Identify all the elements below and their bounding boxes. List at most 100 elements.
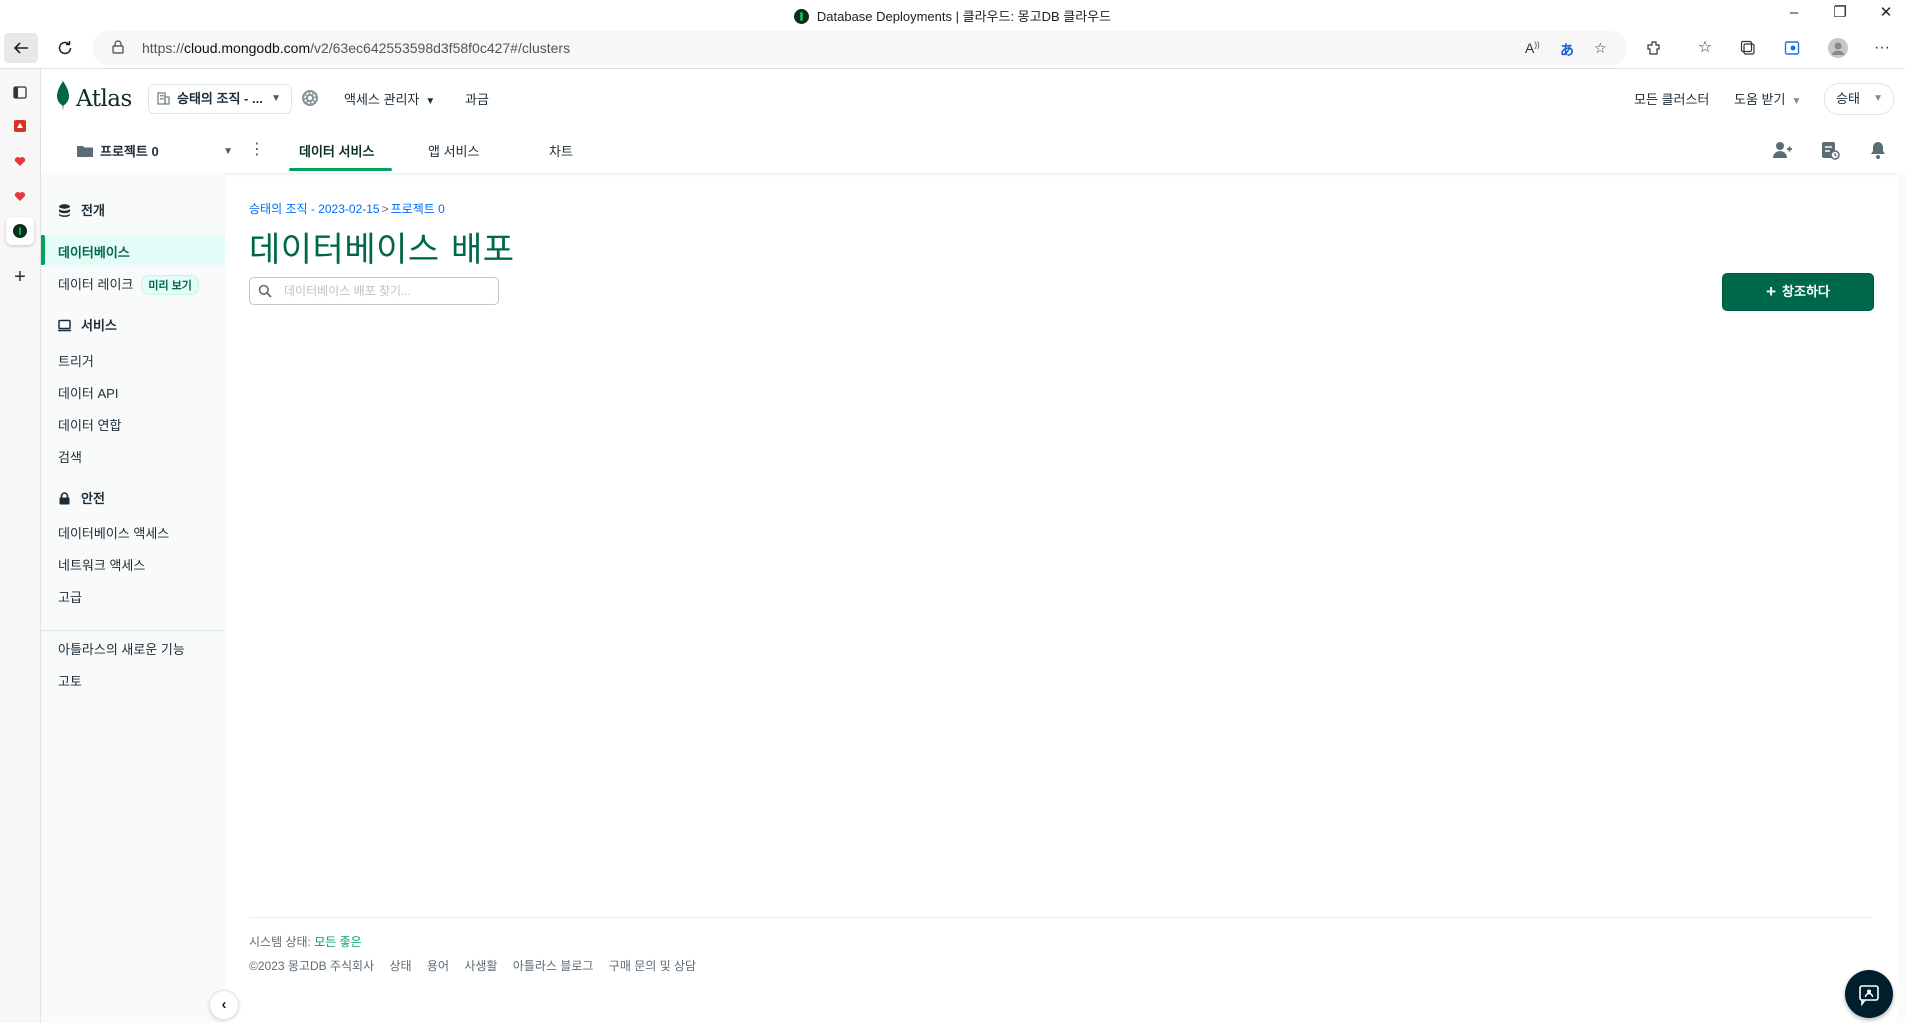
tab-icon-1[interactable] bbox=[6, 112, 34, 140]
page-scrollbar[interactable] bbox=[1897, 173, 1905, 1023]
caret-down-icon: ▼ bbox=[271, 93, 281, 104]
notifications-bell-icon[interactable] bbox=[1868, 140, 1888, 160]
footer-link-terms[interactable]: 용어 bbox=[427, 959, 449, 973]
billing-link[interactable]: 과금 bbox=[465, 89, 489, 108]
activity-feed-icon[interactable] bbox=[1820, 140, 1840, 160]
caret-down-icon: ▼ bbox=[223, 146, 233, 157]
collapse-sidebar-button[interactable]: ‹ bbox=[209, 990, 239, 1020]
sidebar-divider bbox=[41, 630, 225, 631]
nav-data-lake[interactable]: 데이터 레이크 미리 보기 bbox=[58, 274, 199, 295]
close-button[interactable]: ✕ bbox=[1863, 0, 1905, 28]
extensions-icon[interactable] bbox=[1643, 37, 1665, 59]
atlas-top-nav: Atlas 승태의 조직 - ... ▼ 액세스 관리자 ▼ 과금 모든 클러스터… bbox=[41, 69, 1905, 127]
section-deployment: 전개 bbox=[58, 200, 105, 219]
services-icon bbox=[58, 319, 71, 332]
tab-data-services[interactable]: 데이터 서비스 bbox=[299, 141, 374, 160]
org-select[interactable]: 승태의 조직 - ... ▼ bbox=[148, 84, 292, 114]
chevron-left-icon: ‹ bbox=[221, 996, 227, 1013]
nav-database-access[interactable]: 데이터베이스 액세스 bbox=[58, 523, 169, 542]
tab-icon-2[interactable] bbox=[6, 147, 34, 175]
arrow-left-icon bbox=[13, 42, 28, 54]
project-options-icon[interactable]: ⋮ bbox=[249, 142, 265, 158]
footer-link-status[interactable]: 상태 bbox=[389, 959, 411, 973]
collections-icon[interactable] bbox=[1737, 37, 1759, 59]
breadcrumb-separator: > bbox=[381, 202, 389, 216]
project-nav: 프로젝트 0 ▼ ⋮ 데이터 서비스 앱 서비스 차트 bbox=[41, 126, 1905, 173]
user-menu[interactable]: 승태 ▼ bbox=[1824, 83, 1894, 115]
breadcrumb-project-link[interactable]: 프로젝트 0 bbox=[391, 202, 445, 216]
window-titlebar: Database Deployments | 클라우드: 몽고DB 클라우드 –… bbox=[0, 0, 1905, 28]
folder-icon bbox=[77, 146, 93, 157]
breadcrumb: 승태의 조직 - 2023-02-15 > 프로젝트 0 bbox=[249, 200, 445, 217]
search-deployments-input[interactable] bbox=[282, 281, 491, 301]
nav-data-api[interactable]: 데이터 API bbox=[58, 383, 118, 402]
chat-icon bbox=[1859, 985, 1879, 1007]
edge-bar-icon[interactable] bbox=[1781, 37, 1803, 59]
org-settings-gear-icon[interactable] bbox=[301, 89, 319, 107]
minimize-button[interactable]: – bbox=[1771, 0, 1817, 28]
get-help-menu[interactable]: 도움 받기 ▼ bbox=[1734, 89, 1801, 108]
profile-avatar-icon[interactable] bbox=[1827, 37, 1849, 59]
system-status: 시스템 상태: 모든 좋은 bbox=[249, 935, 362, 949]
translate-icon[interactable]: あ bbox=[1560, 40, 1574, 60]
nav-data-federation[interactable]: 데이터 연합 bbox=[58, 415, 121, 434]
browser-sidebar: + bbox=[0, 69, 41, 1023]
favorites-icon[interactable]: ☆ bbox=[1694, 37, 1716, 59]
lock-icon bbox=[112, 40, 124, 54]
preview-badge: 미리 보기 bbox=[141, 275, 199, 295]
mongodb-leaf-icon bbox=[57, 81, 69, 111]
nav-advanced[interactable]: 고급 bbox=[58, 587, 82, 606]
building-icon bbox=[157, 85, 170, 113]
tab-app-services[interactable]: 앱 서비스 bbox=[428, 141, 479, 160]
footer-link-privacy[interactable]: 사생활 bbox=[464, 959, 497, 973]
reload-icon bbox=[58, 41, 72, 55]
create-deployment-button[interactable]: + 창조하다 bbox=[1722, 273, 1874, 311]
copyright-text: ©2023 몽고DB 주식회사 bbox=[249, 959, 375, 973]
address-bar[interactable]: https://cloud.mongodb.com/v2/63ec6425535… bbox=[92, 31, 1627, 65]
caret-down-icon: ▼ bbox=[425, 96, 436, 107]
nav-database[interactable]: 데이터베이스 bbox=[58, 242, 130, 261]
active-tab-indicator bbox=[289, 168, 392, 171]
url-text: https://cloud.mongodb.com/v2/63ec6425535… bbox=[142, 40, 571, 56]
section-services: 서비스 bbox=[58, 315, 117, 334]
new-tab-plus-icon[interactable]: + bbox=[6, 263, 34, 291]
breadcrumb-org-link[interactable]: 승태의 조직 - 2023-02-15 bbox=[249, 202, 380, 216]
page-title: 데이터베이스 배포 bbox=[249, 230, 515, 270]
browser-toolbar: https://cloud.mongodb.com/v2/63ec6425535… bbox=[0, 28, 1905, 69]
restore-button[interactable]: ❐ bbox=[1817, 0, 1863, 28]
nav-triggers[interactable]: 트리거 bbox=[58, 351, 94, 370]
nav-goto[interactable]: 고토 bbox=[58, 671, 82, 690]
window-title: Database Deployments | 클라우드: 몽고DB 클라우드 bbox=[0, 6, 1905, 25]
tab-charts[interactable]: 차트 bbox=[549, 141, 573, 160]
tab-icon-3[interactable] bbox=[6, 182, 34, 210]
nav-network-access[interactable]: 네트워크 액세스 bbox=[58, 555, 145, 574]
tab-actions-icon[interactable] bbox=[6, 78, 34, 106]
favorite-add-icon[interactable]: ☆ bbox=[1594, 40, 1607, 57]
reload-button[interactable] bbox=[48, 33, 82, 63]
plus-icon: + bbox=[1766, 282, 1777, 301]
mongodb-favicon-icon bbox=[793, 9, 809, 24]
access-manager-menu[interactable]: 액세스 관리자 ▼ bbox=[344, 89, 435, 108]
back-button[interactable] bbox=[4, 33, 38, 63]
nav-search[interactable]: 검색 bbox=[58, 447, 82, 466]
footer-links: ©2023 몽고DB 주식회사 상태 용어 사생활 아틀라스 블로그 구매 문의… bbox=[249, 957, 708, 974]
footer-divider bbox=[249, 917, 1872, 918]
search-deployments-field[interactable] bbox=[249, 277, 499, 305]
system-status-link[interactable]: 모든 좋은 bbox=[314, 935, 362, 949]
project-select[interactable]: 프로젝트 0 ▼ bbox=[77, 141, 233, 163]
org-name: 승태의 조직 - ... bbox=[177, 91, 263, 106]
invite-user-icon[interactable] bbox=[1772, 140, 1792, 160]
tab-mongodb-active[interactable] bbox=[6, 217, 34, 245]
left-sidebar: 전개 데이터베이스 데이터 레이크 미리 보기 서비스 트리거 데이터 API 데… bbox=[41, 173, 225, 1023]
caret-down-icon: ▼ bbox=[1873, 93, 1883, 104]
all-clusters-link[interactable]: 모든 클러스터 bbox=[1634, 89, 1709, 108]
search-icon bbox=[258, 284, 272, 298]
lock-icon bbox=[59, 492, 70, 505]
more-options-icon[interactable]: ··· bbox=[1871, 37, 1893, 59]
chat-support-button[interactable] bbox=[1845, 970, 1893, 1018]
footer-link-blog[interactable]: 아틀라스 블로그 bbox=[513, 959, 594, 973]
footer-link-contact-sales[interactable]: 구매 문의 및 상담 bbox=[609, 959, 696, 973]
active-item-indicator bbox=[41, 235, 45, 265]
nav-whats-new[interactable]: 아틀라스의 새로운 기능 bbox=[58, 639, 185, 658]
read-aloud-icon[interactable]: A)) bbox=[1525, 40, 1540, 56]
